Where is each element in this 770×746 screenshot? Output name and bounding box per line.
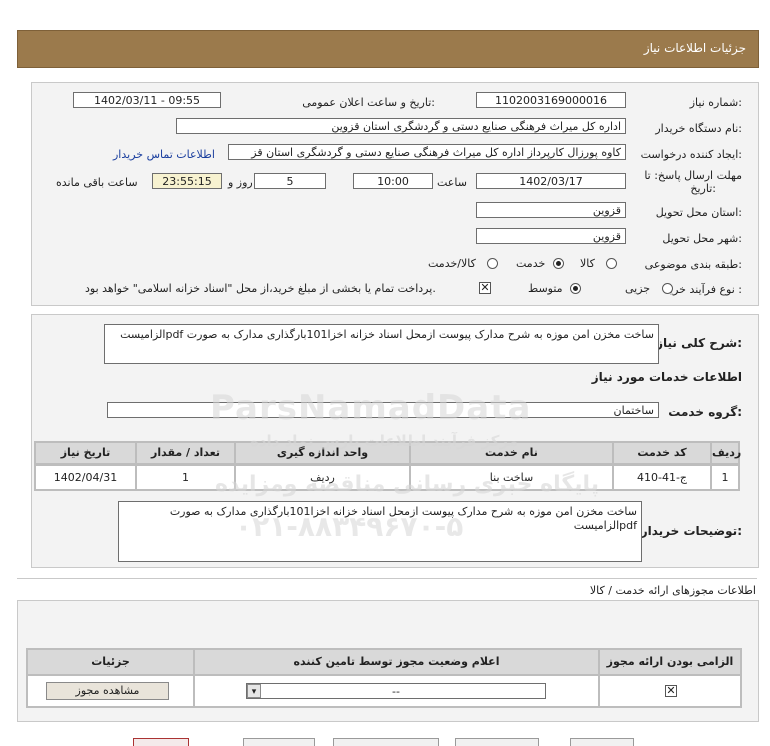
- summary-label: شرح کلی نیاز:: [656, 336, 742, 350]
- view-permit-button[interactable]: مشاهده مجوز: [46, 682, 169, 700]
- category-radio-service[interactable]: [553, 258, 564, 269]
- service-group-field: ساختمان: [107, 402, 659, 418]
- city-field: قزوین: [476, 228, 626, 244]
- table-cell-service-code: ج-41-410: [614, 466, 710, 489]
- service-group-label: گروه خدمت:: [668, 405, 742, 419]
- page-header: جزئیات اطلاعات نیاز: [17, 30, 759, 68]
- deadline-time-label: ساعت: [437, 176, 467, 189]
- process-radio-medium[interactable]: [570, 283, 581, 294]
- table-header-quantity: تعداد / مقدار: [137, 443, 234, 463]
- table-cell-service-name: ساخت بنا: [411, 466, 612, 489]
- table-cell-unit: ردیف: [236, 466, 409, 489]
- time-remaining-field: 23:55:15: [152, 173, 222, 189]
- table-header-unit: واحد اندازه گیری: [236, 443, 409, 463]
- permits-header-status: اعلام وضعیت مجوز توسط تامین کننده: [195, 650, 598, 674]
- process-minor-label: جزیی: [625, 282, 651, 295]
- permits-header-details: جزئیات: [28, 650, 193, 674]
- category-service-label: خدمت: [516, 257, 546, 270]
- time-remaining-label: ساعت باقی مانده: [56, 176, 138, 189]
- creator-label: ایجاد کننده درخواست:: [640, 148, 742, 161]
- table-cell-need-date: 1402/04/31: [36, 466, 135, 489]
- permit-status-select[interactable]: --: [246, 683, 546, 699]
- deadline-label: مهلت ارسال پاسخ: تا: [644, 169, 742, 182]
- table-header-service-name: نام خدمت: [411, 443, 612, 463]
- buyer-notes-text: ساخت مخزن امن موزه به شرح مدارک پیوست از…: [118, 501, 642, 562]
- deadline-date-field: 1402/03/17: [476, 173, 626, 189]
- table-cell-quantity: 1: [137, 466, 234, 489]
- table-header-need-date: تاریخ نیاز: [36, 443, 135, 463]
- creator-field: کاوه پورزال کارپرداز اداره کل میراث فرهن…: [228, 144, 626, 160]
- deadline-time-field: 10:00: [353, 173, 433, 189]
- treasury-payment-checkbox[interactable]: ✕: [479, 282, 491, 294]
- buyer-contact-link[interactable]: اطلاعات تماس خریدار: [113, 148, 215, 161]
- need-number-label: شماره نیاز:: [689, 96, 742, 109]
- table-header-service-code: کد خدمت: [614, 443, 710, 463]
- table-cell-row-number: 1: [712, 466, 738, 489]
- need-number-field: 1102003169000016: [476, 92, 626, 108]
- city-label: شهر محل تحویل:: [662, 232, 742, 245]
- category-goods-label: کالا: [580, 257, 595, 270]
- table-header-row-number: ردیف: [712, 443, 741, 463]
- permits-header-required: الزامی بودن ارائه مجوز: [600, 650, 740, 674]
- category-radio-goods-service[interactable]: [487, 258, 498, 269]
- chevron-down-icon[interactable]: ▾: [247, 684, 261, 698]
- province-label: استان محل تحویل:: [655, 206, 742, 219]
- treasury-payment-note: پرداخت تمام یا بخشی از مبلغ خرید،از محل …: [85, 282, 436, 295]
- services-section-title: اطلاعات خدمات مورد نیاز: [591, 370, 742, 384]
- announce-date-label: تاریخ و ساعت اعلان عمومی:: [302, 96, 435, 109]
- permits-divider: [17, 578, 757, 579]
- category-radio-goods[interactable]: [606, 258, 617, 269]
- process-radio-minor[interactable]: [662, 283, 673, 294]
- days-label: روز و: [228, 176, 253, 189]
- days-remaining-field: 5: [254, 173, 326, 189]
- deadline-label-date: تاریخ:: [690, 182, 716, 195]
- buyer-org-label: نام دستگاه خریدار:: [655, 122, 742, 135]
- permits-section-title: اطلاعات مجوزهای ارائه خدمت / کالا: [589, 584, 756, 597]
- province-field: قزوین: [476, 202, 626, 218]
- buyer-org-field: اداره کل میراث فرهنگی صنایع دستی و گردشگ…: [176, 118, 626, 134]
- page-title: جزئیات اطلاعات نیاز: [643, 41, 746, 55]
- announce-date-field: 1402/03/11 - 09:55: [73, 92, 221, 108]
- category-goods-service-label: کالا/خدمت: [428, 257, 476, 270]
- buyer-notes-label: توضیحات خریدار:: [640, 524, 742, 538]
- permit-required-checkbox[interactable]: ✕: [665, 685, 677, 697]
- summary-text: ساخت مخزن امن موزه به شرح مدارک پیوست از…: [104, 324, 659, 364]
- process-medium-label: متوسط: [528, 282, 563, 295]
- process-label: نوع فرآیند خرید :: [664, 283, 742, 296]
- need-info-panel: [31, 82, 759, 306]
- category-label: طبقه بندی موضوعی:: [644, 258, 742, 271]
